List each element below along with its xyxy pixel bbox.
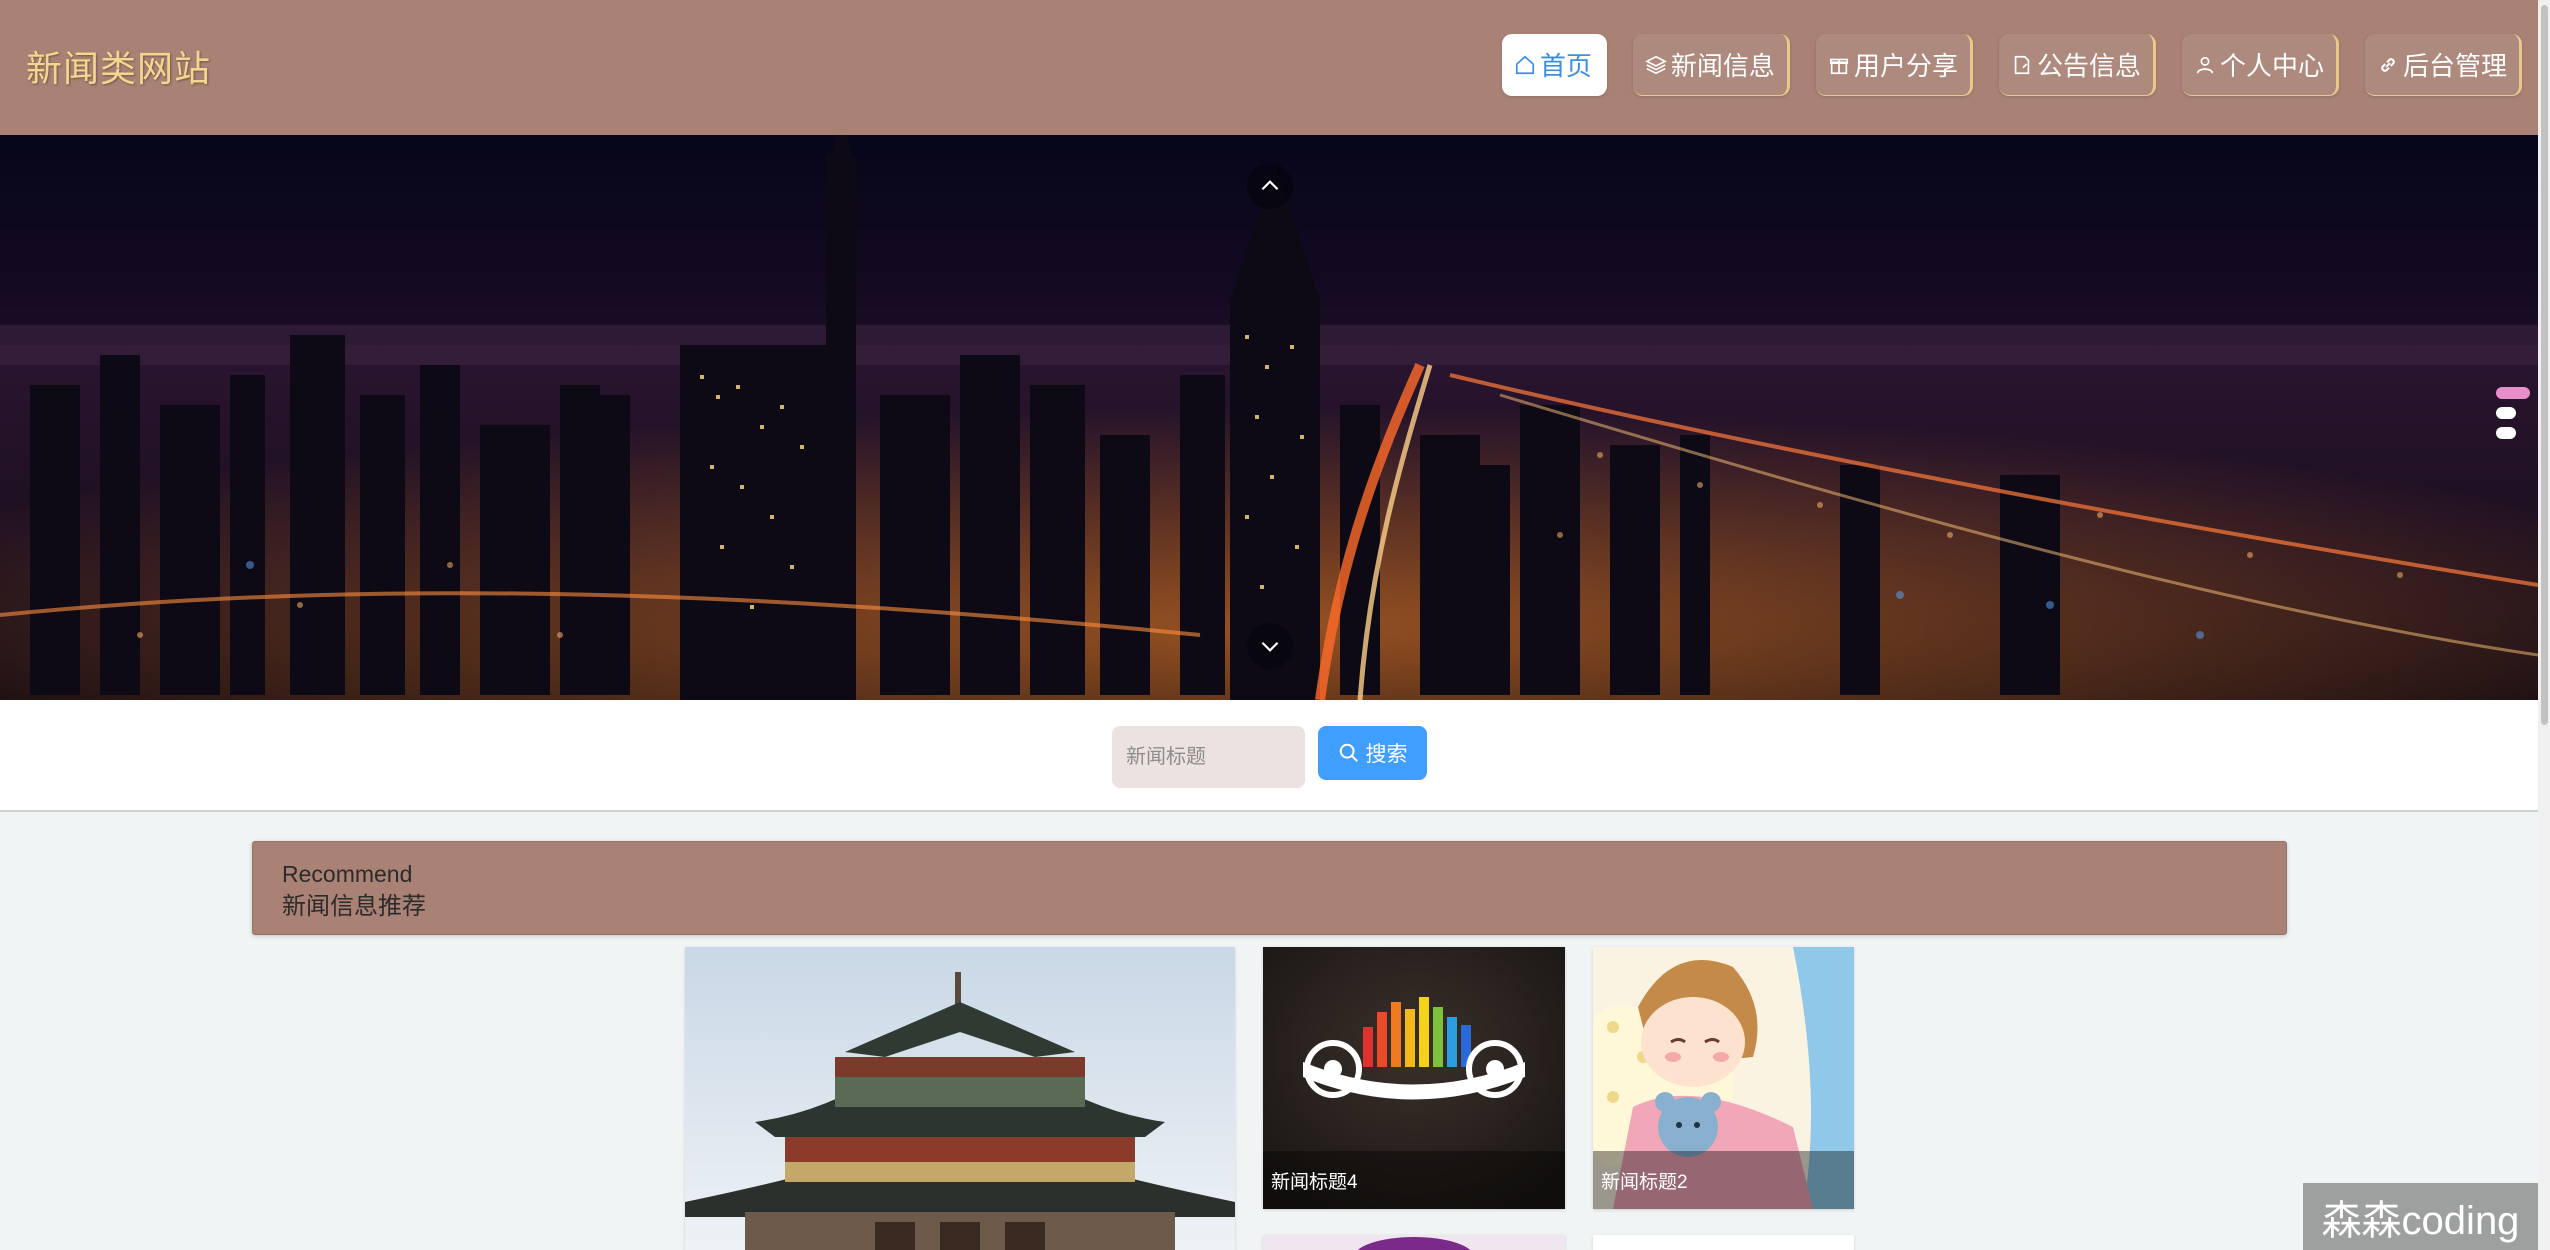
carousel-prev-button[interactable]: [1247, 163, 1293, 209]
news-title-search-input[interactable]: [1112, 726, 1305, 788]
watermark: 森森coding: [2303, 1183, 2538, 1250]
purple-image: [1263, 1235, 1565, 1250]
recommend-section-header: Recommend 新闻信息推荐: [252, 841, 2287, 935]
search-bar: 搜索: [0, 700, 2538, 812]
pagoda-image: [685, 947, 1235, 1250]
home-icon: [1515, 55, 1534, 74]
page-scrollbar[interactable]: [2538, 0, 2550, 1250]
link-icon: [2381, 57, 2395, 72]
nav-item-label: 首页: [1539, 51, 1592, 81]
recommend-title-en: Recommend: [282, 861, 413, 887]
nav-item-label: 公告信息: [2036, 51, 2141, 81]
page: 新闻类网站 首页 新闻信息 用户分享 公告信息 个人中心 后台管理 新闻标题 搜…: [0, 0, 2550, 1250]
nav-item-profile[interactable]: 个人中心: [2181, 34, 2339, 96]
recommend-title-cn: 新闻信息推荐: [282, 893, 426, 920]
document-icon: [2014, 55, 2030, 74]
layers-icon: [1644, 55, 1667, 74]
carousel-dot-2[interactable]: [2496, 407, 2516, 419]
site-title[interactable]: 新闻类网站: [26, 40, 211, 92]
chevron-down-icon: [1261, 641, 1279, 652]
nav-item-label: 个人中心: [2219, 51, 2324, 81]
nav-item-home[interactable]: 首页: [1501, 34, 1607, 96]
nav-item-label: 新闻信息: [1670, 51, 1775, 81]
top-header: 新闻类网站 首页 新闻信息 用户分享 公告信息 个人中心 后台管理: [0, 0, 2538, 135]
search-button-label: 搜索: [1365, 743, 1408, 766]
news-card-3[interactable]: 新闻标题2: [1593, 947, 1854, 1209]
carousel-next-button[interactable]: [1247, 623, 1293, 669]
carousel-dot-1[interactable]: [2496, 387, 2530, 399]
banner-image-night-city: [0, 135, 2538, 700]
nav-item-news[interactable]: 新闻信息: [1632, 34, 1790, 96]
news-card-4[interactable]: [1263, 1235, 1565, 1250]
news-card-2[interactable]: 新闻标题4: [1263, 947, 1565, 1209]
chevron-up-icon: [1261, 180, 1279, 191]
nav-item-admin[interactable]: 后台管理: [2364, 34, 2522, 96]
news-card-5[interactable]: [1593, 1235, 1854, 1250]
banner-carousel[interactable]: [0, 135, 2538, 700]
news-card-caption: 新闻标题4: [1263, 1151, 1565, 1209]
user-icon: [2196, 56, 2214, 74]
carousel-indicators: [2496, 387, 2530, 439]
nav-item-notice[interactable]: 公告信息: [1998, 34, 2156, 96]
news-card-caption: 新闻标题2: [1593, 1151, 1854, 1209]
news-card-1[interactable]: [685, 947, 1235, 1250]
nav-item-label: 用户分享: [1853, 51, 1958, 81]
search-icon: [1339, 743, 1358, 762]
carousel-dot-3[interactable]: [2496, 427, 2516, 439]
search-button[interactable]: 搜索: [1318, 726, 1427, 780]
scrollbar-thumb[interactable]: [2541, 5, 2548, 725]
nav-item-label: 后台管理: [2402, 51, 2507, 81]
gift-icon: [1829, 58, 1849, 74]
main-nav: 首页 新闻信息 用户分享 公告信息 个人中心 后台管理: [1501, 34, 2522, 96]
nav-item-share[interactable]: 用户分享: [1815, 34, 1973, 96]
